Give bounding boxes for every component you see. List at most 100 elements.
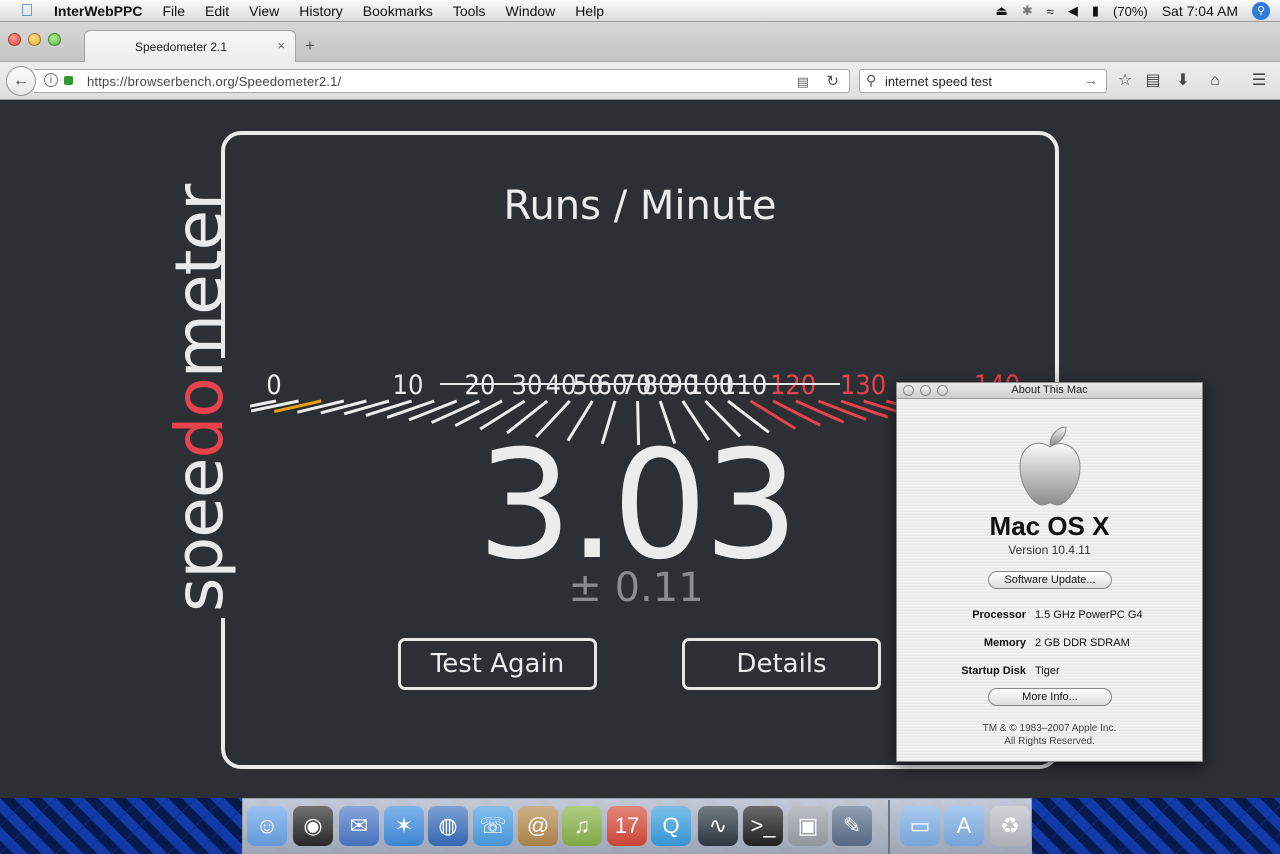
- wifi-icon[interactable]: ≈: [1047, 4, 1054, 19]
- software-update-button[interactable]: Software Update...: [988, 571, 1112, 589]
- home-icon[interactable]: ⌂: [1204, 69, 1226, 93]
- new-tab-button[interactable]: +: [305, 36, 315, 56]
- spotlight-icon[interactable]: ⚲: [1252, 2, 1270, 20]
- gauge-tick: [408, 399, 458, 422]
- download-icon[interactable]: ⬇: [1172, 69, 1194, 93]
- ichat-icon[interactable]: ☏: [473, 806, 513, 846]
- tab-title: Speedometer 2.1: [134, 40, 228, 54]
- lock-icon[interactable]: [64, 76, 73, 85]
- gauge-tick-label: 10: [393, 370, 424, 401]
- units-title: Runs / Minute: [503, 183, 777, 229]
- bookmark-star-icon[interactable]: ☆: [1114, 69, 1136, 93]
- apple-menu-icon[interactable]: : [0, 1, 54, 21]
- window-minimize-button[interactable]: [28, 33, 41, 46]
- search-field[interactable]: ⚲ internet speed test →: [859, 69, 1107, 93]
- documents-folder-icon[interactable]: ▭: [900, 806, 940, 846]
- url-text[interactable]: https://browserbench.org/Speedometer2.1/: [87, 74, 341, 89]
- reading-list-icon[interactable]: ▤: [1142, 69, 1164, 93]
- menu-tools[interactable]: Tools: [443, 0, 496, 22]
- menu-history[interactable]: History: [289, 0, 353, 22]
- about-window-title: About This Mac: [1011, 384, 1088, 396]
- window-close-button[interactable]: [8, 33, 21, 46]
- gauge-tick: [817, 399, 867, 421]
- os-version: Version 10.4.11: [1008, 543, 1091, 557]
- gauge-tick: [430, 399, 481, 424]
- address-book-icon[interactable]: @: [518, 806, 558, 846]
- menu-hamburger-icon[interactable]: ☰: [1248, 69, 1270, 93]
- gauge-tick: [343, 399, 390, 416]
- menu-edit[interactable]: Edit: [195, 0, 239, 22]
- about-zoom-button[interactable]: [937, 385, 948, 396]
- search-query[interactable]: internet speed test: [885, 74, 992, 89]
- browser-icon[interactable]: ◍: [428, 806, 468, 846]
- safari-icon[interactable]: ✶: [384, 806, 424, 846]
- clock[interactable]: Sat 7:04 AM: [1162, 3, 1238, 19]
- menu-window[interactable]: Window: [496, 0, 566, 22]
- utility-icon[interactable]: ✎: [832, 806, 872, 846]
- tab-speedometer[interactable]: Speedometer 2.1 ×: [84, 30, 296, 63]
- window-zoom-button[interactable]: [48, 33, 61, 46]
- system-profiler-icon[interactable]: ▣: [788, 806, 828, 846]
- search-icon: ⚲: [866, 72, 877, 88]
- gauge-tick: [795, 399, 845, 424]
- memory-label: Memory: [983, 637, 1026, 649]
- applications-folder-icon[interactable]: A: [944, 806, 984, 846]
- gauge-tick-label: 120: [770, 370, 816, 401]
- activity-monitor-icon[interactable]: ∿: [698, 806, 738, 846]
- gauge-tick-label: 30: [512, 370, 543, 401]
- gauge-tick-label: 0: [266, 370, 281, 401]
- processor-label: Processor: [972, 609, 1026, 621]
- startup-disk-value: Tiger: [1035, 665, 1060, 677]
- os-name: Mac OS X: [989, 511, 1110, 541]
- ical-icon[interactable]: 17: [607, 806, 647, 846]
- details-button[interactable]: Details: [682, 638, 881, 690]
- copyright-text: TM & © 1983–2007 Apple Inc. All Rights R…: [897, 722, 1202, 748]
- test-again-button[interactable]: Test Again: [398, 638, 597, 690]
- app-menu[interactable]: InterWebPPC: [54, 0, 152, 22]
- menu-file[interactable]: File: [152, 0, 195, 22]
- menu-extras: ⏏ ✱ ≈ ◀ ▮ (70%) Sat 7:04 AM ⚲: [996, 0, 1270, 22]
- gauge-tick: [840, 399, 889, 419]
- search-go-icon[interactable]: →: [1084, 72, 1098, 88]
- about-minimize-button[interactable]: [920, 385, 931, 396]
- navigation-toolbar: i https://browserbench.org/Speedometer2.…: [0, 62, 1280, 100]
- back-button[interactable]: ←: [6, 66, 36, 96]
- gauge-tick: [297, 399, 345, 414]
- menu-help[interactable]: Help: [565, 0, 614, 22]
- trash-icon[interactable]: ♻: [990, 806, 1030, 846]
- eject-icon[interactable]: ⏏: [996, 3, 1008, 19]
- volume-icon[interactable]: ◀: [1068, 3, 1078, 19]
- info-icon[interactable]: i: [44, 73, 58, 87]
- bluetooth-icon[interactable]: ✱: [1022, 3, 1033, 19]
- mail-icon[interactable]: ✉: [339, 806, 379, 846]
- reader-view-icon[interactable]: ▤: [797, 74, 809, 90]
- copyright-line: TM & © 1983–2007 Apple Inc.: [982, 723, 1117, 734]
- more-info-button[interactable]: More Info...: [988, 688, 1112, 706]
- gauge-tick: [320, 399, 367, 415]
- gauge-tick-label: 130: [840, 370, 886, 401]
- menu-bookmarks[interactable]: Bookmarks: [353, 0, 443, 22]
- url-bar[interactable]: i https://browserbench.org/Speedometer2.…: [34, 69, 850, 93]
- about-window-titlebar[interactable]: About This Mac: [897, 383, 1202, 399]
- dashboard-icon[interactable]: ◉: [293, 806, 333, 846]
- about-close-button[interactable]: [903, 385, 914, 396]
- logo-accent: do: [161, 378, 238, 459]
- dock-separator: [888, 800, 890, 854]
- battery-percent[interactable]: (70%): [1113, 4, 1148, 19]
- apple-logo-icon: [1019, 426, 1081, 506]
- reload-icon[interactable]: ↻: [826, 72, 839, 90]
- about-this-mac-window: About This Mac Mac OS X Version 10.4.11 …: [896, 382, 1203, 762]
- copyright-line: All Rights Reserved.: [1004, 736, 1095, 747]
- tab-strip: Speedometer 2.1 × +: [0, 22, 1280, 63]
- menu-bar:  InterWebPPC File Edit View History Boo…: [0, 0, 1280, 22]
- quicktime-icon[interactable]: Q: [651, 806, 691, 846]
- terminal-icon[interactable]: >_: [743, 806, 783, 846]
- gauge-divider: [440, 383, 840, 385]
- battery-icon[interactable]: ▮: [1092, 3, 1099, 19]
- processor-value: 1.5 GHz PowerPC G4: [1035, 609, 1143, 621]
- score-confidence: ± 0.11: [568, 565, 704, 611]
- itunes-icon[interactable]: ♫: [562, 806, 602, 846]
- finder-icon[interactable]: ☺: [247, 806, 287, 846]
- tab-close-icon[interactable]: ×: [277, 38, 285, 53]
- menu-view[interactable]: View: [239, 0, 289, 22]
